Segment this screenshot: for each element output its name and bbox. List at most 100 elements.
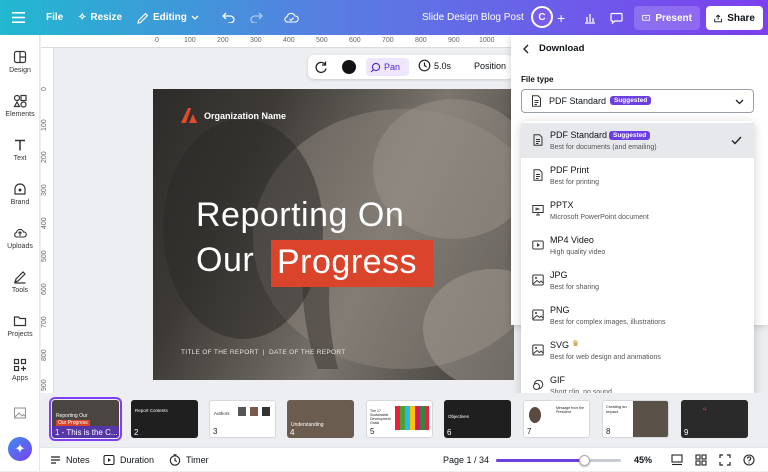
resize-label: Resize <box>90 12 123 23</box>
thumbnail-caption: The 17 Sustainable Development Goals <box>370 409 391 425</box>
bottom-bar: Notes Duration Timer Page 1 / 34 45% <box>40 447 768 471</box>
grid-view-button[interactable] <box>695 448 707 472</box>
cloud-save-status[interactable] <box>284 0 299 35</box>
organization-name: Organization Name <box>204 110 287 121</box>
undo-button[interactable] <box>222 0 235 35</box>
timing-button[interactable]: 5.0s <box>418 59 451 72</box>
comment-icon <box>610 12 623 24</box>
file-type-option-svg[interactable]: SVG ♛ Best for web design and animations <box>521 333 754 368</box>
thumbnail-page-2[interactable]: Report Contents 2 <box>131 400 198 438</box>
menu-button[interactable] <box>12 0 25 35</box>
editing-mode-button[interactable]: Editing <box>137 0 199 35</box>
pdf-icon <box>533 169 543 181</box>
zoom-level[interactable]: 45% <box>634 448 652 472</box>
thumbnail-number: 7 <box>527 427 532 436</box>
top-bar: File ✧ Resize Editing Slide Design Blog P… <box>0 0 768 35</box>
plus-icon: + <box>557 9 566 26</box>
duration-button[interactable]: Duration <box>103 448 154 472</box>
thumbnail-caption: Understanding <box>291 422 324 428</box>
ruler-tick-label: 300 <box>250 37 262 44</box>
sidebar-item-brand[interactable]: Brand <box>0 174 40 214</box>
option-title: PPTX <box>550 200 574 210</box>
chevron-left-icon <box>523 44 529 53</box>
thumbnail-page-8[interactable]: Creating an Impact 8 <box>602 400 669 438</box>
file-menu[interactable]: File <box>46 0 63 35</box>
ruler-tick-label: 100 <box>184 37 196 44</box>
help-icon <box>743 454 755 466</box>
animation-pan-button[interactable]: Pan <box>366 58 409 76</box>
sidebar-item-label: Text <box>13 155 27 162</box>
download-back-button[interactable]: Download <box>522 43 584 54</box>
thumbnail-number: 1 - This is the C... <box>55 428 118 437</box>
ruler-tick-label: 700 <box>382 37 394 44</box>
thumbnail-number: 8 <box>606 427 611 436</box>
chevron-down-icon <box>191 15 199 20</box>
zoom-slider-thumb[interactable] <box>578 455 590 466</box>
magic-assistant-button[interactable]: ✦ <box>8 437 32 461</box>
thumbnail-page-3[interactable]: Authors 3 <box>209 400 276 438</box>
ruler-tick-label: 800 <box>41 349 48 361</box>
sidebar-item-design[interactable]: Design <box>0 42 40 82</box>
present-icon <box>642 14 651 21</box>
image-icon <box>532 344 544 356</box>
present-button[interactable]: Present <box>634 6 700 30</box>
avatar[interactable]: C <box>531 6 553 28</box>
brand-icon <box>14 183 26 195</box>
suggested-badge: Suggested <box>609 131 651 140</box>
option-title: PNG <box>550 305 570 315</box>
resize-button[interactable]: ✧ Resize <box>78 0 122 35</box>
replace-button[interactable] <box>314 60 328 76</box>
duration-label: 5.0s <box>434 60 452 71</box>
timer-button[interactable]: Timer <box>169 448 209 472</box>
page-indicator[interactable]: Page 1 / 34 <box>443 448 489 472</box>
insights-button[interactable] <box>580 0 600 35</box>
chevron-down-icon <box>735 99 744 105</box>
redo-button[interactable] <box>250 0 263 35</box>
file-type-option-pptx[interactable]: PPTX Microsoft PowerPoint document <box>521 193 754 228</box>
file-type-option-png[interactable]: PNG Best for complex images, illustratio… <box>521 298 754 333</box>
fullscreen-button[interactable] <box>719 448 731 472</box>
page-view-button[interactable] <box>671 448 683 472</box>
elephant-photo <box>163 99 514 380</box>
sidebar-item-uploads[interactable]: Uploads <box>0 218 40 258</box>
redo-icon <box>250 12 263 23</box>
file-type-option-jpg[interactable]: JPG Best for sharing <box>521 263 754 298</box>
sidebar-item-tools[interactable]: Tools <box>0 262 40 302</box>
organization-logo: Organization Name <box>181 108 286 123</box>
slide-canvas[interactable]: Organization Name Reporting On Our Progr… <box>153 89 514 380</box>
element-toolbar: Pan 5.0s Position <box>308 55 514 79</box>
thumbnail-number: 2 <box>134 428 139 437</box>
add-collaborator-button[interactable]: + <box>557 0 565 35</box>
position-button[interactable]: Position <box>474 61 506 71</box>
file-type-select[interactable]: PDF Standard Suggested <box>521 89 754 113</box>
file-type-label: File type <box>521 75 554 84</box>
share-button[interactable]: Share <box>706 6 763 30</box>
ruler-tick-label: 400 <box>41 217 48 229</box>
thumbnail-page-7[interactable]: Message from the President 7 <box>523 400 590 438</box>
document-title[interactable]: Slide Design Blog Post <box>422 0 524 35</box>
color-swatch[interactable] <box>342 60 356 74</box>
ruler-tick-label: 500 <box>41 250 48 262</box>
thumbnail-page-4[interactable]: Understanding 4 <box>287 400 354 438</box>
help-button[interactable] <box>743 448 755 472</box>
thumbnail-page-6[interactable]: Objectives 6 <box>444 400 511 438</box>
thumbnail-page-9[interactable]: “ 9 <box>681 400 748 438</box>
zoom-slider[interactable] <box>496 455 621 466</box>
thumbnail-page-1[interactable]: Reporting Our Our Progress 1 - This is t… <box>49 397 122 441</box>
comments-button[interactable] <box>610 0 623 35</box>
file-type-option-pdf-print[interactable]: PDF Print Best for printing <box>521 158 754 193</box>
pdf-icon <box>532 95 541 107</box>
vertical-ruler: 0 100 200 300 400 500 600 700 800 900 <box>41 48 54 393</box>
thumbnail-page-5[interactable]: The 17 Sustainable Development Goals 5 <box>366 400 433 438</box>
notes-button[interactable]: Notes <box>50 448 90 472</box>
sidebar-item-hidden-image[interactable] <box>0 393 40 433</box>
file-type-option-mp4[interactable]: MP4 Video High quality video <box>521 228 754 263</box>
thumbnail-number: 9 <box>684 428 689 437</box>
sidebar-item-apps[interactable]: Apps <box>0 350 40 390</box>
file-type-option-pdf-standard[interactable]: PDF Standard Suggested Best for document… <box>521 123 754 158</box>
sidebar-item-text[interactable]: Text <box>0 130 40 170</box>
ruler-tick-label: 900 <box>41 379 48 391</box>
sidebar-item-elements[interactable]: Elements <box>0 86 40 126</box>
ruler-tick-label: 1000 <box>479 37 495 44</box>
sidebar-item-projects[interactable]: Projects <box>0 306 40 346</box>
